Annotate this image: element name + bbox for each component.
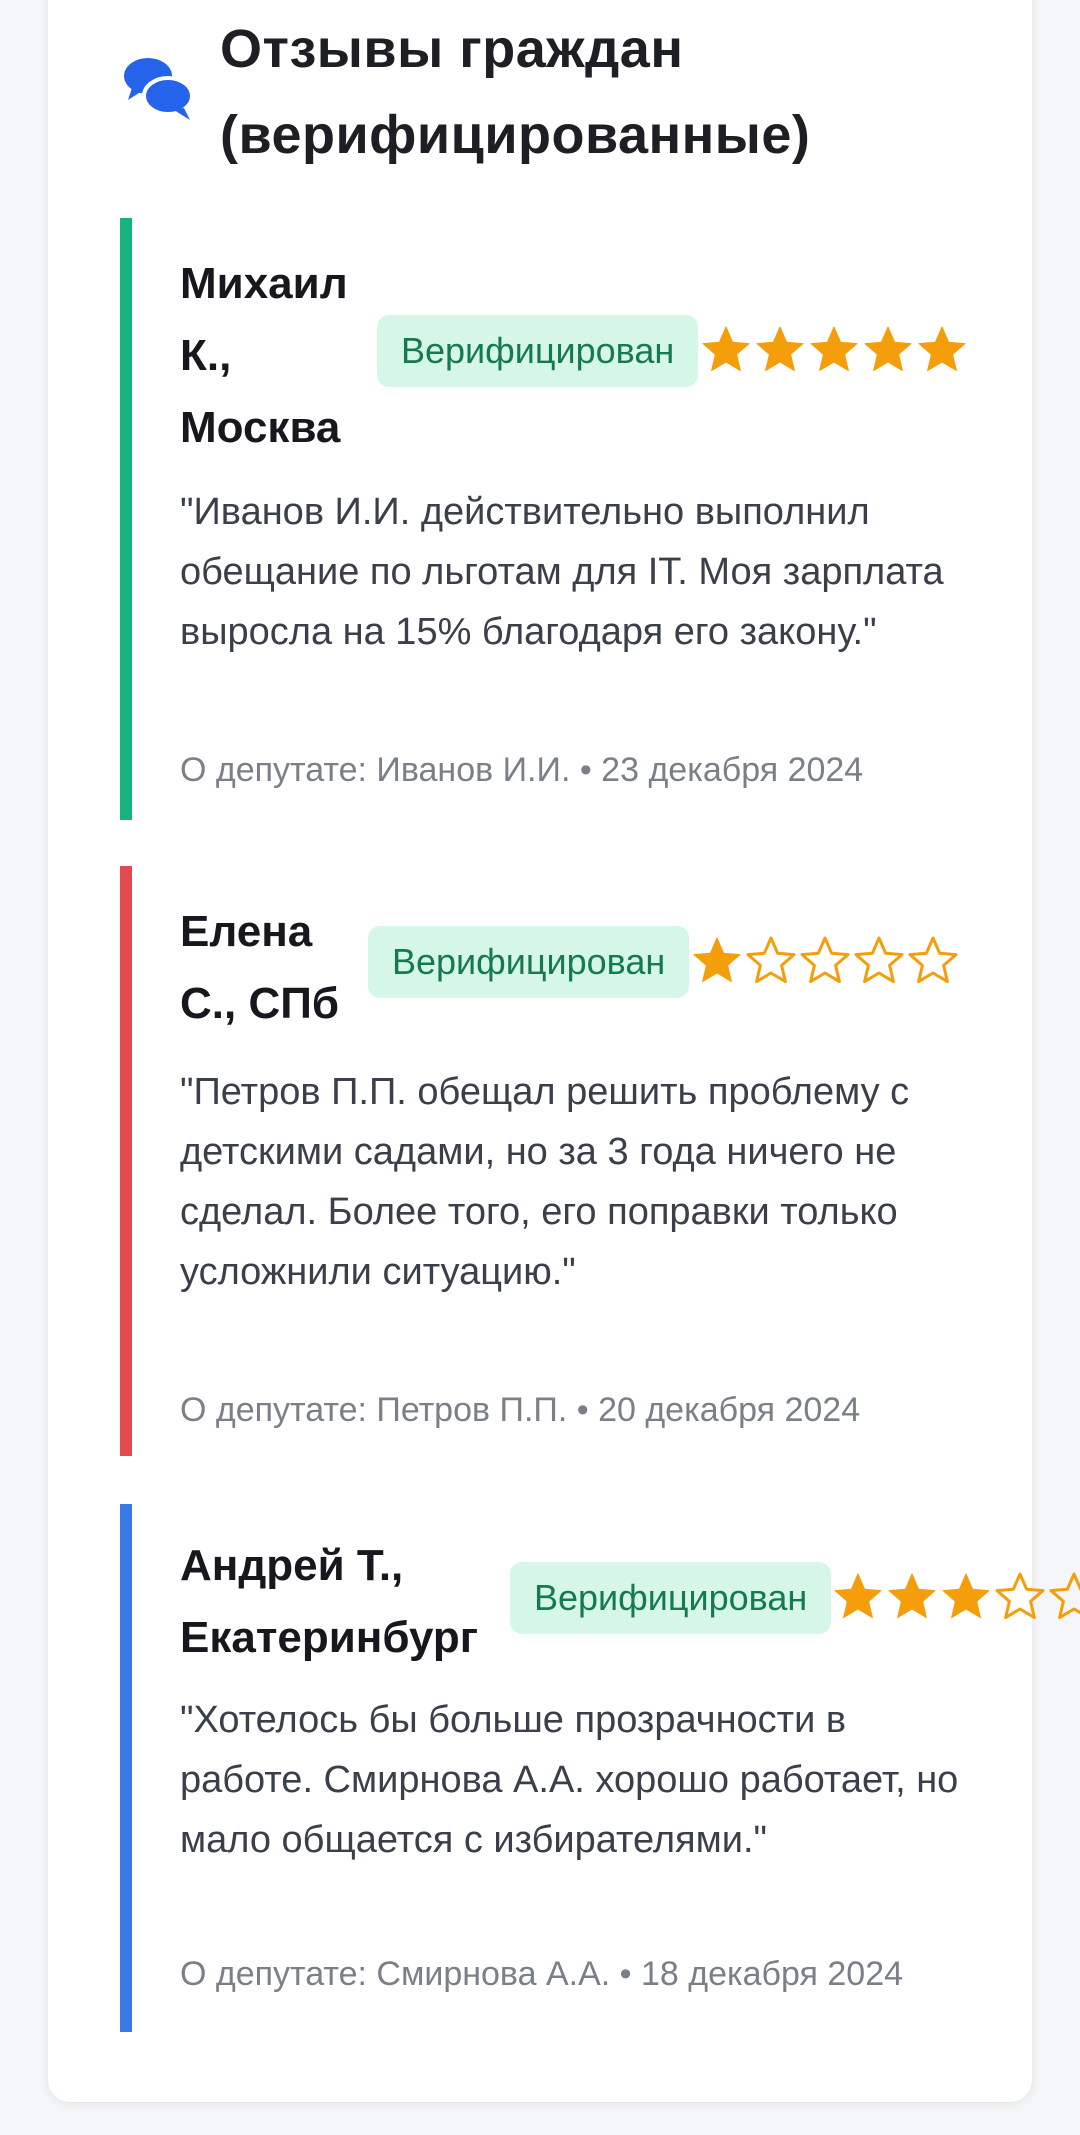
star-empty-icon	[745, 935, 797, 987]
review-author: Михаил К., Москва	[180, 259, 348, 452]
verified-badge: Верифицирован	[510, 1562, 832, 1634]
review-author: Андрей Т., Екатеринбург	[180, 1541, 479, 1662]
star-empty-icon	[799, 935, 851, 987]
review-card: Елена С., СПб Верифицирован "Петров П.П.…	[120, 866, 1032, 1456]
review-text: "Иванов И.И. действительно выполнил обещ…	[180, 491, 944, 653]
section-title: Отзывы граждан (верифицированные)	[220, 19, 811, 165]
review-text: "Хотелось бы больше прозрачности в работ…	[180, 1699, 959, 1861]
star-filled-icon	[691, 935, 743, 987]
star-filled-icon	[700, 324, 752, 376]
star-filled-icon	[832, 1571, 884, 1623]
star-filled-icon	[862, 324, 914, 376]
star-filled-icon	[808, 324, 860, 376]
review-author: Елена С., СПб	[180, 907, 340, 1028]
section-header: Отзывы граждан (верифицированные)	[112, 0, 1012, 180]
review-meta: О депутате: Смирнова А.А. • 18 декабря 2…	[180, 1955, 904, 1993]
star-filled-icon	[940, 1571, 992, 1623]
review-meta: О депутате: Иванов И.И. • 23 декабря 202…	[180, 751, 864, 789]
star-filled-icon	[754, 324, 806, 376]
star-filled-icon	[886, 1571, 938, 1623]
star-empty-icon	[853, 935, 905, 987]
verified-badge: Верифицирован	[377, 315, 699, 387]
star-rating	[700, 324, 970, 380]
review-text: "Петров П.П. обещал решить проблему с де…	[180, 1071, 910, 1293]
verified-badge: Верифицирован	[368, 926, 690, 998]
review-card: Михаил К., Москва Верифицирован "Иванов …	[120, 218, 1032, 820]
star-filled-icon	[916, 324, 968, 376]
star-empty-icon	[907, 935, 959, 987]
review-card: Андрей Т., Екатеринбург Верифицирован "Х…	[120, 1504, 1080, 2032]
star-empty-icon	[1048, 1571, 1080, 1623]
comments-icon	[118, 46, 198, 126]
review-meta: О депутате: Петров П.П. • 20 декабря 202…	[180, 1391, 861, 1429]
star-rating	[691, 935, 961, 991]
star-rating	[832, 1571, 1080, 1627]
star-empty-icon	[994, 1571, 1046, 1623]
